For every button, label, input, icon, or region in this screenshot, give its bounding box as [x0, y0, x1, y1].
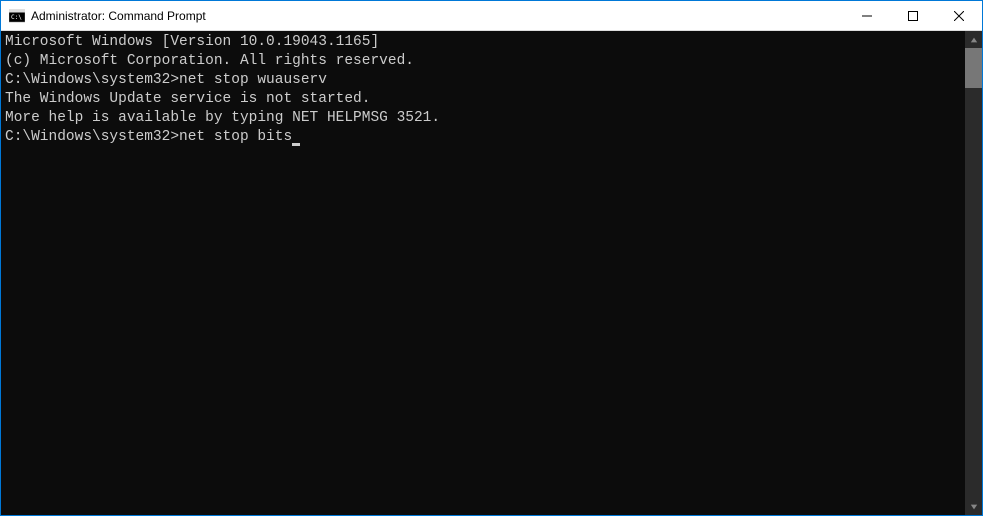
copyright-line: (c) Microsoft Corporation. All rights re…	[5, 52, 961, 71]
window-title: Administrator: Command Prompt	[31, 9, 844, 23]
window-controls	[844, 1, 982, 30]
scroll-down-icon[interactable]	[965, 498, 982, 515]
cmd-icon: C:\	[9, 8, 25, 24]
vertical-scrollbar[interactable]	[965, 31, 982, 515]
close-button[interactable]	[936, 1, 982, 30]
prompt: C:\Windows\system32>	[5, 72, 179, 88]
prompt: C:\Windows\system32>	[5, 129, 179, 145]
terminal-output[interactable]: Microsoft Windows [Version 10.0.19043.11…	[1, 31, 965, 515]
scrollbar-thumb[interactable]	[965, 48, 982, 88]
response-line: The Windows Update service is not starte…	[5, 90, 961, 109]
command-line-2: C:\Windows\system32>net stop bits	[5, 128, 961, 147]
minimize-button[interactable]	[844, 1, 890, 30]
help-line: More help is available by typing NET HEL…	[5, 109, 961, 128]
maximize-button[interactable]	[890, 1, 936, 30]
version-line: Microsoft Windows [Version 10.0.19043.11…	[5, 33, 961, 52]
cursor	[292, 143, 300, 146]
titlebar[interactable]: C:\ Administrator: Command Prompt	[1, 1, 982, 31]
terminal-area: Microsoft Windows [Version 10.0.19043.11…	[1, 31, 982, 515]
command-line-1: C:\Windows\system32>net stop wuauserv	[5, 71, 961, 90]
scroll-up-icon[interactable]	[965, 31, 982, 48]
svg-text:C:\: C:\	[11, 14, 22, 21]
command-text: net stop wuauserv	[179, 72, 327, 88]
command-text: net stop bits	[179, 129, 292, 145]
